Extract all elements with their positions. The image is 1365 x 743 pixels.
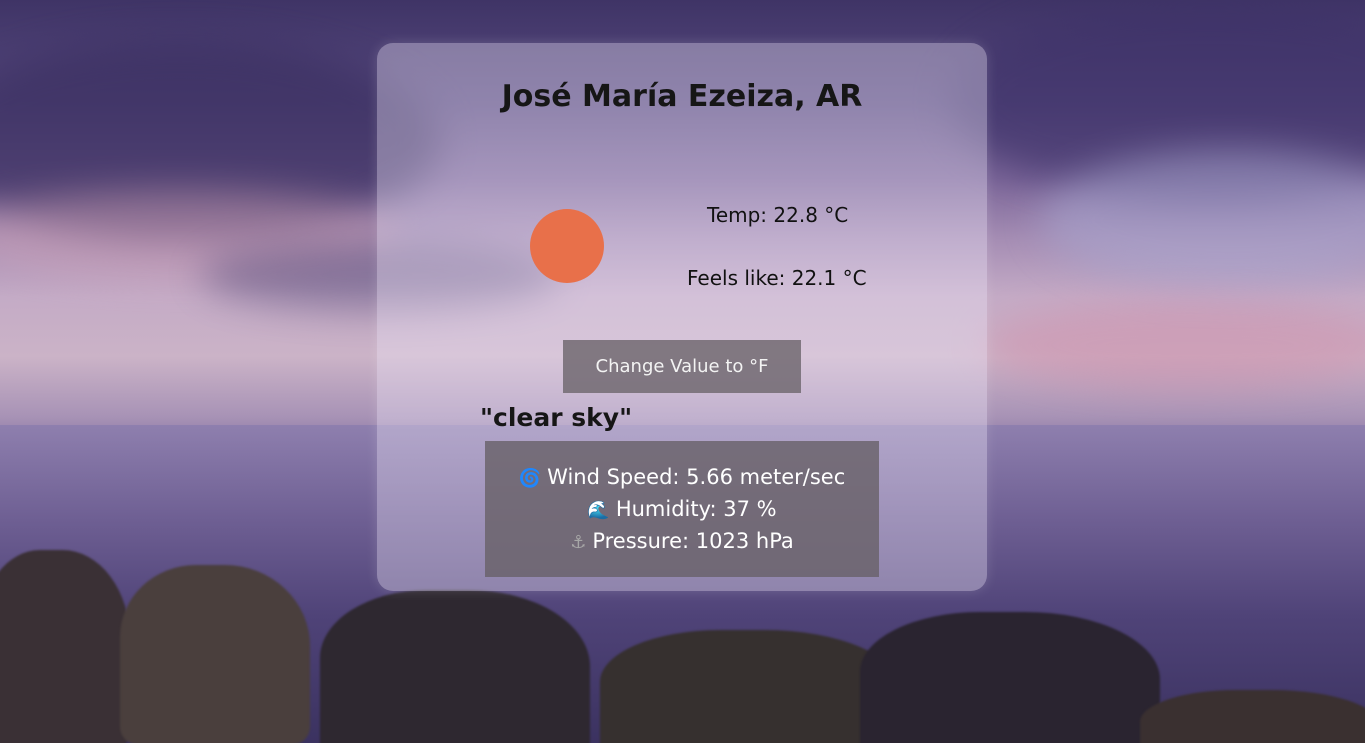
background-sunset-image: José María Ezeiza, AR Temp: 22.8 °C Feel…: [0, 0, 1365, 743]
humidity-text: Humidity: 37 %: [615, 497, 777, 521]
change-unit-button[interactable]: Change Value to °F: [563, 340, 801, 393]
city-title: José María Ezeiza, AR: [501, 79, 863, 114]
background-rock: [600, 630, 900, 743]
pressure-text: Pressure: 1023 hPa: [592, 529, 794, 553]
background-cloud: [980, 300, 1365, 390]
pressure-row: ⚓ Pressure: 1023 hPa: [485, 529, 879, 553]
weather-details-panel: 🌀 Wind Speed: 5.66 meter/sec 🌊 Humidity: 3…: [485, 441, 879, 577]
background-rock: [120, 565, 310, 743]
temperature-value: Temp: 22.8 °C: [707, 203, 849, 227]
wind-speed-row: 🌀 Wind Speed: 5.66 meter/sec: [485, 465, 879, 489]
wind-icon: 🌀: [518, 468, 542, 489]
sun-icon: [530, 209, 604, 283]
humidity-row: 🌊 Humidity: 37 %: [485, 497, 879, 521]
anchor-icon: ⚓: [570, 532, 587, 553]
background-rock: [860, 612, 1160, 743]
weather-card: José María Ezeiza, AR Temp: 22.8 °C Feel…: [377, 43, 987, 591]
water-wave-icon: 🌊: [587, 500, 610, 521]
feels-like-value: Feels like: 22.1 °C: [687, 266, 867, 290]
background-rock: [0, 550, 130, 743]
wind-speed-text: Wind Speed: 5.66 meter/sec: [547, 465, 846, 489]
background-rock: [320, 590, 590, 743]
weather-description: "clear sky": [480, 403, 633, 432]
background-rock: [1140, 690, 1365, 743]
